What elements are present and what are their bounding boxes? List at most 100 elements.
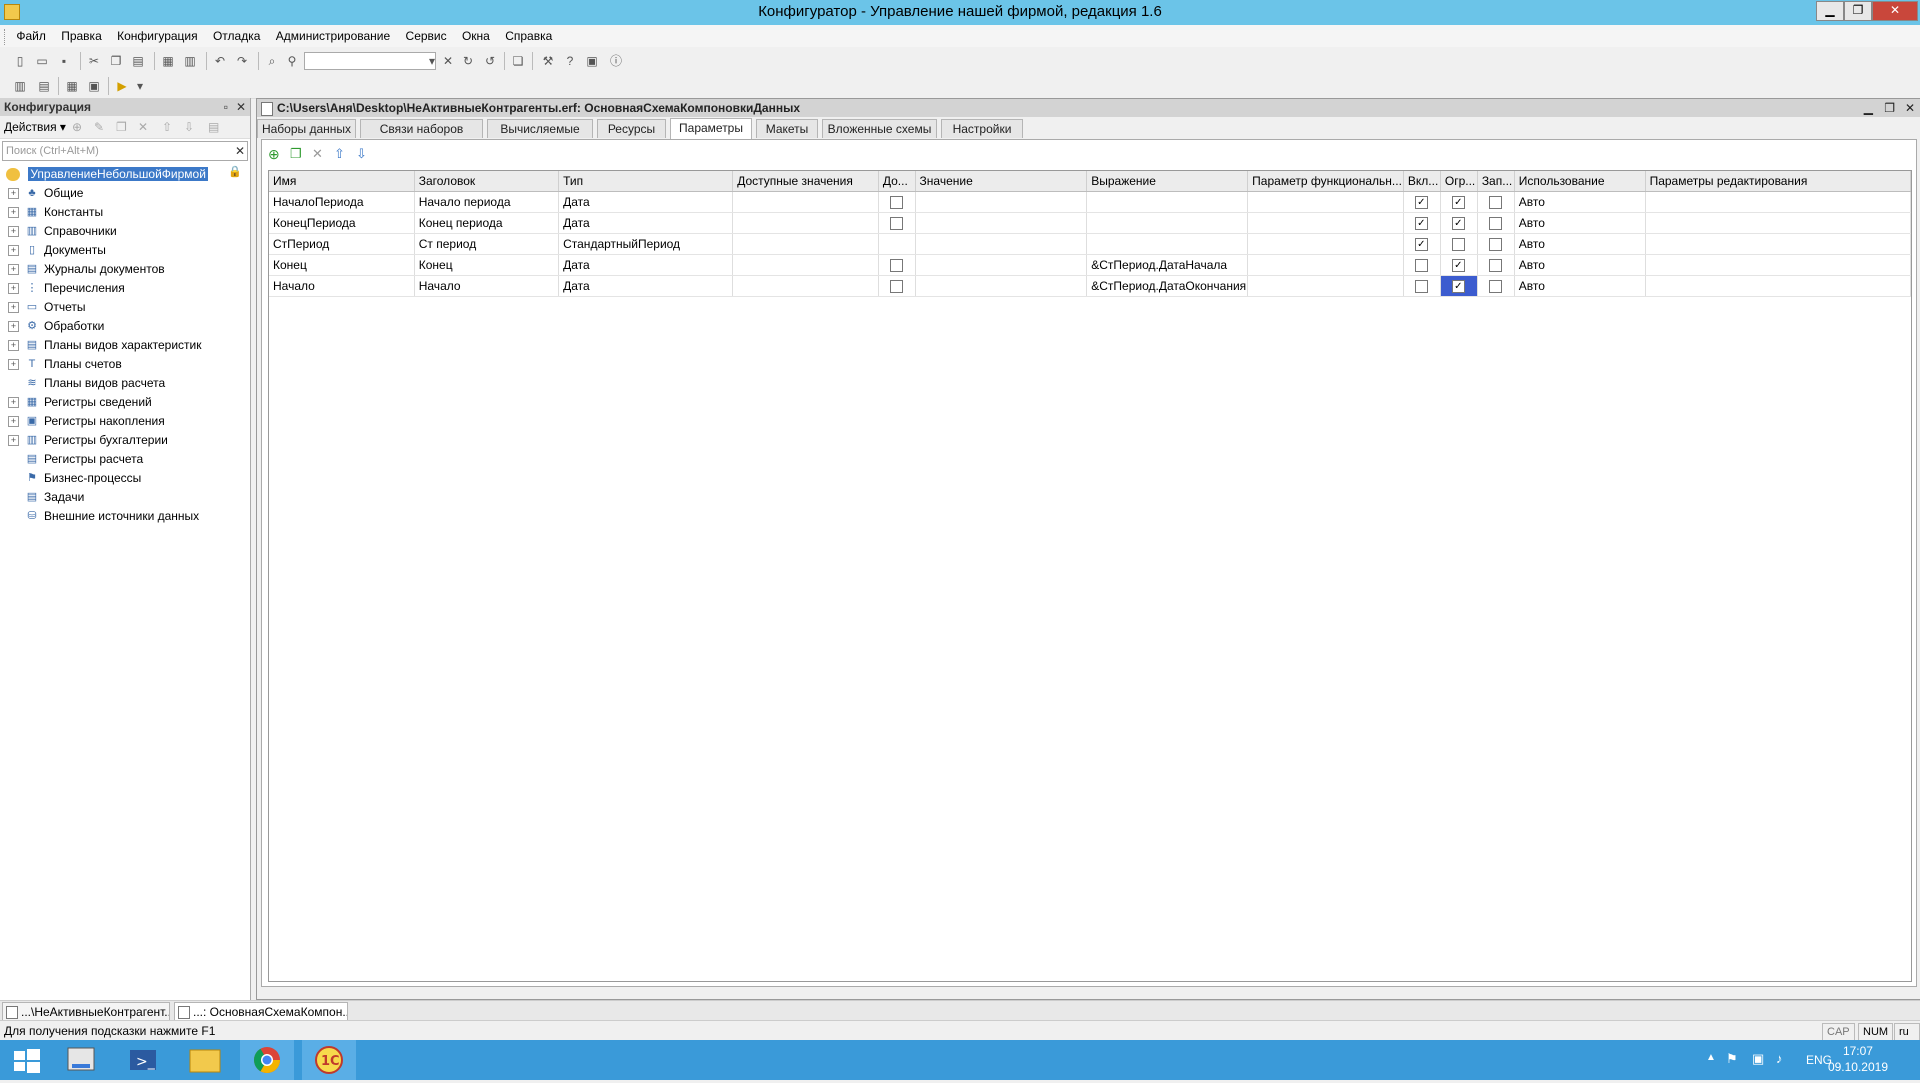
include-checkbox[interactable] bbox=[1414, 259, 1428, 273]
tree-item[interactable]: + ▤ Журналы документов bbox=[0, 260, 165, 279]
expand-icon[interactable]: + bbox=[8, 188, 19, 200]
table-row[interactable]: КонецПериода Конец периода Дата ✓ ✓ Авто bbox=[269, 212, 1912, 234]
paste-icon[interactable]: ▤ bbox=[130, 53, 146, 69]
column-header[interactable]: Зап... bbox=[1477, 171, 1515, 192]
cell-caption[interactable]: Ст период bbox=[414, 233, 560, 255]
tree-item[interactable]: + ▭ Отчеты bbox=[0, 298, 85, 317]
repository-icon[interactable]: ▦ bbox=[64, 78, 80, 94]
file-explorer-icon[interactable] bbox=[178, 1040, 232, 1080]
include-cell[interactable] bbox=[1403, 254, 1441, 276]
column-header[interactable]: Использование bbox=[1514, 171, 1646, 192]
tree-item[interactable]: + ▤ Планы видов характеристик bbox=[0, 336, 201, 355]
panel-search-input[interactable]: Поиск (Ctrl+Alt+M) ✕ bbox=[2, 141, 248, 161]
fill-checkbox[interactable] bbox=[1488, 217, 1502, 231]
doc-close-icon[interactable]: ✕ bbox=[1905, 99, 1915, 117]
syntax-helper-icon[interactable]: ⚒ bbox=[540, 53, 556, 69]
chevron-down-icon[interactable]: ▾ bbox=[57, 120, 66, 134]
window-tab-external-report[interactable]: ...\НеАктивныеКонтрагент... bbox=[2, 1002, 170, 1022]
include-cell[interactable]: ✓ bbox=[1403, 212, 1441, 234]
expand-icon[interactable]: + bbox=[8, 226, 19, 238]
find-icon[interactable]: ⌕ bbox=[264, 53, 280, 69]
cell-usage[interactable]: Авто bbox=[1514, 254, 1646, 276]
cell-type[interactable]: Дата bbox=[558, 191, 734, 213]
cell-edit-params[interactable] bbox=[1645, 191, 1912, 213]
include-cell[interactable]: ✓ bbox=[1403, 233, 1441, 255]
cell-available-values[interactable] bbox=[732, 233, 879, 255]
reference-icon[interactable]: ▣ bbox=[584, 53, 600, 69]
column-header[interactable]: Параметры редактирования bbox=[1645, 171, 1912, 192]
column-header[interactable]: Тип bbox=[558, 171, 734, 192]
menu-help[interactable]: Справка bbox=[499, 25, 558, 47]
add-row-icon[interactable]: ⊕ bbox=[268, 146, 280, 163]
delete-icon[interactable]: ✕ bbox=[138, 116, 148, 138]
tab-dataset-links[interactable]: Связи наборов данных bbox=[360, 119, 483, 154]
copy-item-icon[interactable]: ❐ bbox=[116, 116, 127, 138]
copy-row-icon[interactable]: ❐ bbox=[290, 146, 302, 162]
restore-button[interactable]: ❐ bbox=[1844, 1, 1872, 21]
debug-menu-icon[interactable]: ▾ bbox=[132, 78, 148, 94]
cell-edit-params[interactable] bbox=[1645, 275, 1912, 297]
cell-value[interactable] bbox=[915, 275, 1088, 297]
window-tab-schema[interactable]: ...: ОсновнаяСхемаКомпон... bbox=[174, 1002, 348, 1022]
save-icon[interactable]: ▪ bbox=[56, 53, 72, 69]
tree-item[interactable]: + ▦ Регистры сведений bbox=[0, 393, 152, 412]
expand-icon[interactable]: + bbox=[8, 416, 19, 428]
open-config-icon[interactable]: ▥ bbox=[12, 78, 28, 94]
restrict-available-checkbox[interactable]: ✓ bbox=[1451, 280, 1465, 294]
tray-expand-icon[interactable]: ▲ bbox=[1706, 1052, 1716, 1063]
tab-parameters[interactable]: Параметры bbox=[670, 118, 752, 139]
fill-cell[interactable] bbox=[1477, 212, 1515, 234]
value-list-cell[interactable] bbox=[878, 191, 916, 213]
move-down-icon[interactable]: ⇩ bbox=[356, 146, 367, 162]
minimize-button[interactable]: ▁ bbox=[1816, 1, 1844, 21]
expand-icon[interactable]: + bbox=[8, 302, 19, 314]
doc-restore-icon[interactable]: ❐ bbox=[1884, 99, 1895, 117]
tree-item[interactable]: ≋ Планы видов расчета bbox=[0, 374, 165, 393]
cell-name[interactable]: Конец bbox=[269, 254, 415, 276]
tree-item[interactable]: + ♣ Общие bbox=[0, 184, 83, 203]
cell-functional-option-param[interactable] bbox=[1247, 275, 1404, 297]
tree-item[interactable]: + ▦ Константы bbox=[0, 203, 103, 222]
delete-row-icon[interactable]: ✕ bbox=[312, 146, 323, 162]
copy-icon[interactable]: ❐ bbox=[108, 53, 124, 69]
tree-item[interactable]: + ▥ Справочники bbox=[0, 222, 117, 241]
print-preview-icon[interactable]: ▥ bbox=[182, 53, 198, 69]
fill-cell[interactable] bbox=[1477, 191, 1515, 213]
fill-cell[interactable] bbox=[1477, 233, 1515, 255]
column-header[interactable]: Заголовок bbox=[414, 171, 560, 192]
open-file-icon[interactable]: ▭ bbox=[34, 53, 50, 69]
column-header[interactable]: Огр... bbox=[1440, 171, 1478, 192]
cell-usage[interactable]: Авто bbox=[1514, 212, 1646, 234]
expand-icon[interactable]: + bbox=[8, 397, 19, 409]
expand-icon[interactable]: + bbox=[8, 435, 19, 447]
restrict-available-cell[interactable]: ✓ bbox=[1440, 191, 1478, 213]
cell-type[interactable]: Дата bbox=[558, 254, 734, 276]
cell-name[interactable]: СтПериод bbox=[269, 233, 415, 255]
cell-name[interactable]: Начало bbox=[269, 275, 415, 297]
fill-checkbox[interactable] bbox=[1488, 259, 1502, 273]
volume-icon[interactable]: ♪ bbox=[1776, 1051, 1783, 1066]
expand-icon[interactable]: + bbox=[8, 340, 19, 352]
cell-edit-params[interactable] bbox=[1645, 212, 1912, 234]
tree-item[interactable]: + ⚙ Обработки bbox=[0, 317, 104, 336]
column-header[interactable]: Вкл... bbox=[1403, 171, 1441, 192]
start-debug-icon[interactable]: ▶ bbox=[114, 78, 130, 94]
restrict-available-cell[interactable]: ✓ bbox=[1440, 212, 1478, 234]
tree-item[interactable]: ⛁ Внешние источники данных bbox=[0, 507, 199, 526]
cell-name[interactable]: КонецПериода bbox=[269, 212, 415, 234]
cell-functional-option-param[interactable] bbox=[1247, 191, 1404, 213]
table-row[interactable]: СтПериод Ст период СтандартныйПериод ✓ Авто bbox=[269, 233, 1912, 255]
cell-available-values[interactable] bbox=[732, 275, 879, 297]
column-header[interactable]: До... bbox=[878, 171, 916, 192]
expand-icon[interactable]: + bbox=[8, 283, 19, 295]
restrict-available-checkbox[interactable]: ✓ bbox=[1451, 217, 1465, 231]
cell-usage[interactable]: Авто bbox=[1514, 233, 1646, 255]
restrict-available-checkbox[interactable]: ✓ bbox=[1451, 259, 1465, 273]
menu-debug[interactable]: Отладка bbox=[207, 25, 266, 47]
tree-root[interactable]: УправлениеНебольшойФирмой bbox=[0, 165, 208, 184]
value-list-checkbox[interactable] bbox=[889, 217, 903, 231]
print-icon[interactable]: ▦ bbox=[160, 53, 176, 69]
cell-caption[interactable]: Конец bbox=[414, 254, 560, 276]
cell-expression[interactable]: &СтПериод.ДатаОкончания bbox=[1086, 275, 1249, 297]
include-checkbox[interactable]: ✓ bbox=[1414, 238, 1428, 252]
